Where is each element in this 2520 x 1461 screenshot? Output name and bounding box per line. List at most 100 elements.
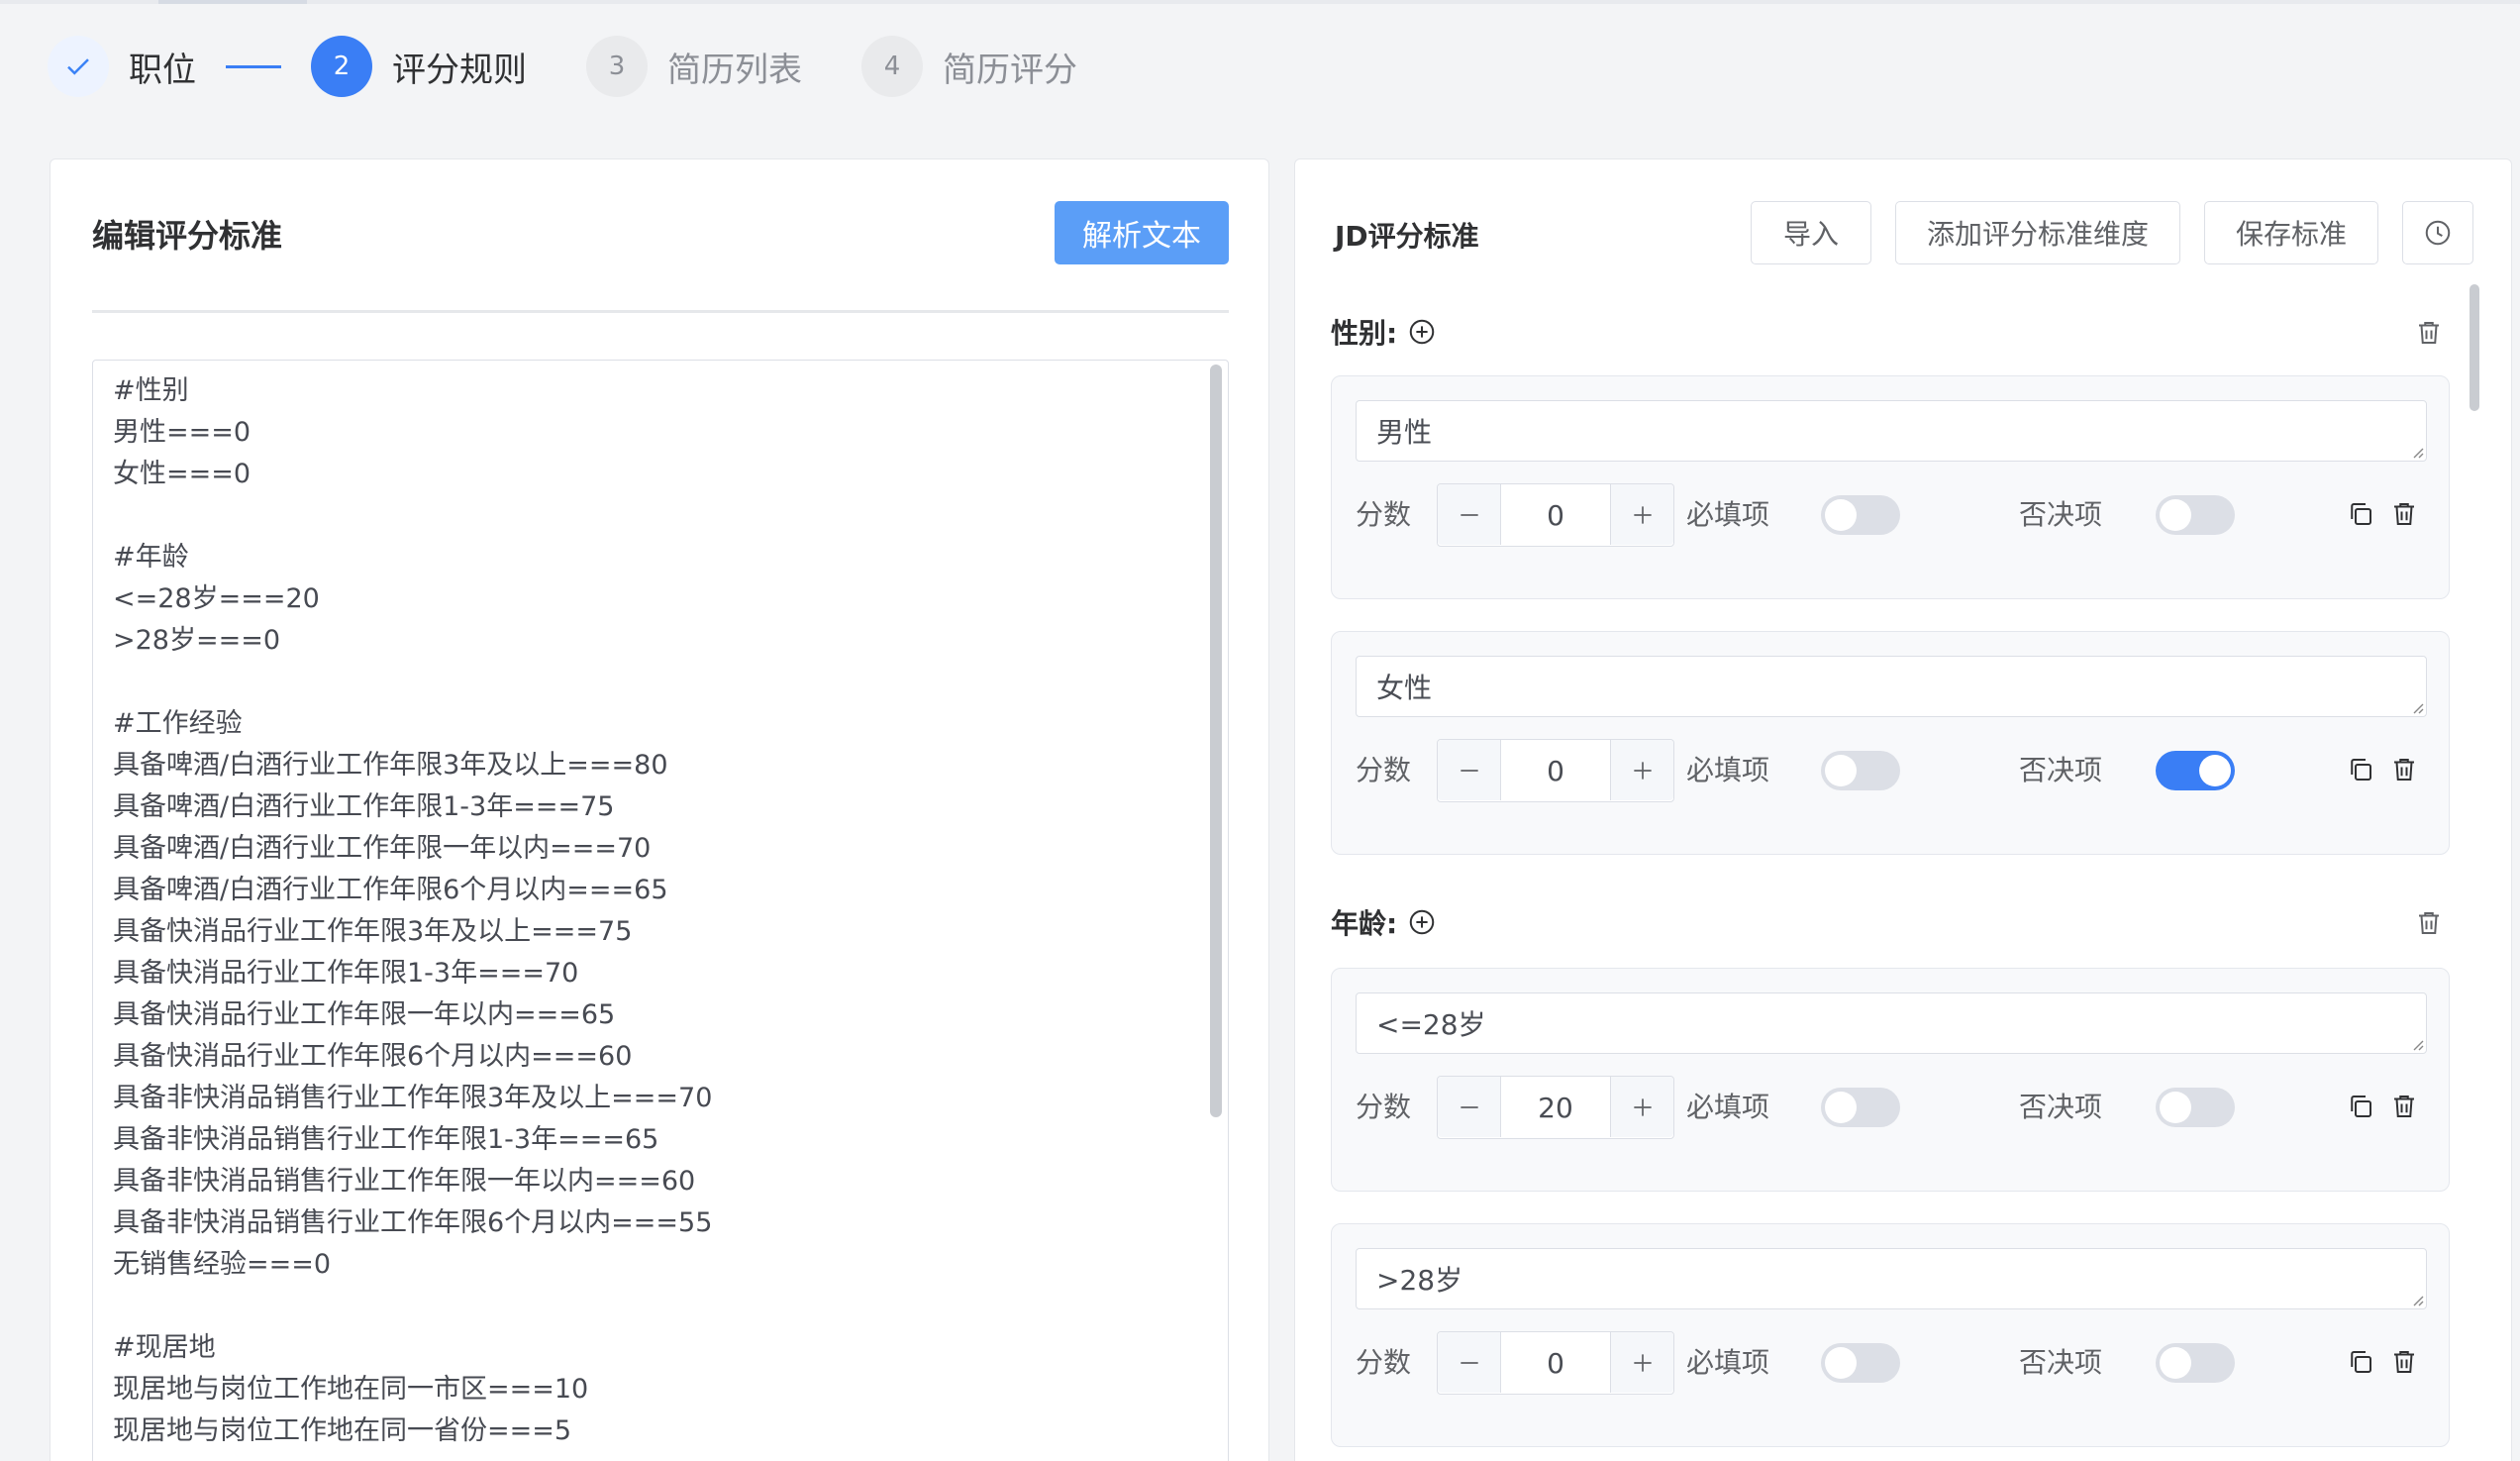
minus-icon: [1460, 1361, 1478, 1364]
step-rules[interactable]: 2 评分规则: [311, 36, 527, 97]
resize-handle-icon[interactable]: [2410, 1037, 2424, 1051]
step-number: 2: [311, 36, 372, 97]
add-dimension-button[interactable]: 添加评分标准维度: [1895, 201, 2180, 264]
required-toggle[interactable]: [1821, 1343, 1900, 1383]
step-connector: [226, 64, 281, 68]
criteria-item-card: 男性 分数 0 必填项 否决项: [1331, 375, 2450, 599]
import-button[interactable]: 导入: [1751, 201, 1871, 264]
delete-item-icon[interactable]: [2389, 1347, 2419, 1377]
delete-dimension-icon[interactable]: [2414, 318, 2444, 348]
decrease-button[interactable]: [1438, 740, 1501, 800]
item-text-input[interactable]: 男性: [1356, 400, 2427, 462]
required-label: 必填项: [1686, 754, 1770, 786]
top-edge-segment: [158, 0, 307, 4]
plus-icon: [1633, 1353, 1652, 1372]
veto-label: 否决项: [2019, 754, 2103, 786]
delete-item-icon[interactable]: [2389, 499, 2419, 529]
veto-toggle[interactable]: [2156, 1088, 2235, 1127]
score-label: 分数: [1356, 1091, 1412, 1123]
dimension-header: 年龄:: [1331, 902, 2450, 942]
score-label: 分数: [1356, 498, 1412, 531]
dimension-title: 年龄:: [1331, 907, 1398, 940]
plus-icon: [1633, 1097, 1652, 1116]
criteria-item-card: 女性 分数 0 必填项 否决项: [1331, 631, 2450, 855]
item-text-input[interactable]: >28岁: [1356, 1248, 2427, 1309]
veto-toggle[interactable]: [2156, 495, 2235, 535]
score-label: 分数: [1356, 754, 1412, 786]
increase-button[interactable]: [1610, 484, 1673, 545]
delete-item-icon[interactable]: [2389, 1092, 2419, 1121]
step-label: 评分规则: [392, 50, 527, 90]
clock-icon: [2425, 220, 2451, 246]
copy-icon[interactable]: [2346, 1347, 2375, 1377]
panel-title: 编辑评分标准: [92, 217, 283, 255]
step-position[interactable]: 职位: [48, 36, 196, 97]
item-text: 女性: [1376, 672, 1433, 704]
jd-criteria-panel: JD评分标准 导入 添加评分标准维度 保存标准 性别: 男性 分数 0 必填项 …: [1294, 158, 2512, 1461]
item-text-input[interactable]: <=28岁: [1356, 992, 2427, 1054]
criteria-item-card: <=28岁 分数 20 必填项 否决项: [1331, 968, 2450, 1192]
decrease-button[interactable]: [1438, 1077, 1501, 1137]
copy-icon[interactable]: [2346, 755, 2375, 784]
criteria-scrollbar[interactable]: [2470, 284, 2479, 411]
edit-criteria-panel: 编辑评分标准 解析文本 #性别 男性===0 女性===0 #年龄 <=28岁=…: [50, 158, 1269, 1461]
add-item-icon[interactable]: [1407, 317, 1437, 347]
increase-button[interactable]: [1610, 1077, 1673, 1137]
score-stepper: 0: [1437, 739, 1674, 802]
resize-handle-icon[interactable]: [2410, 1293, 2424, 1306]
item-controls: 分数 0 必填项 否决项: [1356, 739, 2427, 802]
increase-button[interactable]: [1610, 1332, 1673, 1393]
delete-dimension-icon[interactable]: [2414, 908, 2444, 938]
step-resume-list[interactable]: 3 简历列表: [586, 36, 802, 97]
editor-content: #性别 男性===0 女性===0 #年龄 <=28岁===20 >28岁===…: [113, 375, 713, 1446]
score-stepper: 20: [1437, 1076, 1674, 1139]
editor-scrollbar[interactable]: [1210, 365, 1222, 1117]
minus-icon: [1460, 513, 1478, 516]
delete-item-icon[interactable]: [2389, 755, 2419, 784]
item-controls: 分数 0 必填项 否决项: [1356, 483, 2427, 547]
required-toggle[interactable]: [1821, 495, 1900, 535]
decrease-button[interactable]: [1438, 484, 1501, 545]
item-text: >28岁: [1376, 1264, 1463, 1297]
dimension-header: 性别:: [1331, 312, 2450, 352]
score-value[interactable]: 0: [1501, 1332, 1610, 1394]
resize-handle-icon[interactable]: [2410, 445, 2424, 459]
criteria-scroll-area: 性别: 男性 分数 0 必填项 否决项 女性 分数 0 必填项 否决项 年龄: …: [1331, 284, 2470, 1461]
increase-button[interactable]: [1610, 740, 1673, 800]
step-number: 4: [861, 36, 923, 97]
copy-icon[interactable]: [2346, 499, 2375, 529]
item-text: <=28岁: [1376, 1008, 1486, 1041]
item-text-input[interactable]: 女性: [1356, 656, 2427, 717]
decrease-button[interactable]: [1438, 1332, 1501, 1393]
item-text: 男性: [1376, 416, 1433, 449]
score-stepper: 0: [1437, 1331, 1674, 1395]
resize-handle-icon[interactable]: [2410, 700, 2424, 714]
veto-toggle[interactable]: [2156, 1343, 2235, 1383]
criteria-item-card: >28岁 分数 0 必填项 否决项: [1331, 1223, 2450, 1447]
plus-icon: [1633, 761, 1652, 780]
dimension-title: 性别:: [1331, 317, 1398, 350]
item-controls: 分数 0 必填项 否决项: [1356, 1331, 2427, 1395]
score-stepper: 0: [1437, 483, 1674, 547]
copy-icon[interactable]: [2346, 1092, 2375, 1121]
score-value[interactable]: 0: [1501, 484, 1610, 546]
criteria-text-editor[interactable]: #性别 男性===0 女性===0 #年龄 <=28岁===20 >28岁===…: [92, 360, 1229, 1461]
required-toggle[interactable]: [1821, 751, 1900, 790]
score-value[interactable]: 20: [1501, 1077, 1610, 1138]
score-value[interactable]: 0: [1501, 740, 1610, 801]
save-criteria-button[interactable]: 保存标准: [2204, 201, 2378, 264]
top-edge: [0, 0, 2520, 4]
step-label: 职位: [129, 50, 196, 90]
required-toggle[interactable]: [1821, 1088, 1900, 1127]
history-button[interactable]: [2402, 201, 2473, 264]
required-label: 必填项: [1686, 1091, 1770, 1123]
plus-icon: [1633, 505, 1652, 524]
minus-icon: [1460, 1105, 1478, 1108]
add-item-icon[interactable]: [1407, 907, 1437, 937]
step-resume-scoring[interactable]: 4 简历评分: [861, 36, 1077, 97]
check-icon: [67, 58, 89, 75]
veto-toggle[interactable]: [2156, 751, 2235, 790]
parse-text-button[interactable]: 解析文本: [1055, 201, 1229, 264]
step-number: 3: [586, 36, 648, 97]
required-label: 必填项: [1686, 498, 1770, 531]
